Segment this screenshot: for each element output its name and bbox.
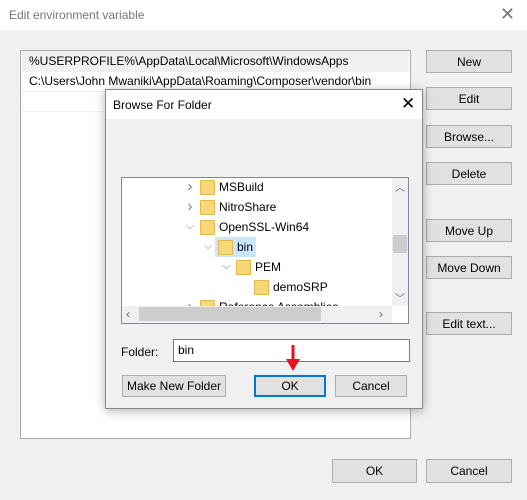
- folder-icon: [254, 280, 269, 295]
- tree-item-label: demoSRP: [273, 280, 328, 294]
- dialog-cancel-button[interactable]: Cancel: [335, 375, 407, 397]
- folder-icon: [236, 260, 251, 275]
- scroll-up-icon[interactable]: ︿: [395, 179, 405, 194]
- chevron-right-icon[interactable]: ›: [182, 178, 198, 197]
- tree-item-label: MSBuild: [219, 180, 264, 194]
- scroll-left-icon[interactable]: ‹: [126, 307, 130, 321]
- tree-item-label: NitroShare: [219, 200, 277, 214]
- scroll-right-icon[interactable]: ›: [379, 307, 383, 321]
- move-up-button[interactable]: Move Up: [426, 219, 512, 242]
- horizontal-scrollbar[interactable]: ‹ ›: [122, 306, 392, 323]
- dialog-title: Browse For Folder: [113, 98, 212, 112]
- tree-item[interactable]: › Reference Assemblies: [122, 297, 392, 306]
- title-bar: Edit environment variable ✕: [0, 0, 527, 30]
- chevron-right-icon[interactable]: ›: [182, 297, 198, 306]
- red-arrow-annotation: [286, 345, 300, 371]
- chevron-down-icon[interactable]: ⌵: [182, 217, 198, 237]
- scroll-thumb[interactable]: [393, 235, 407, 253]
- folder-label: Folder:: [121, 345, 159, 359]
- tree-item[interactable]: › MSBuild: [122, 178, 392, 197]
- h-scroll-thumb[interactable]: [139, 307, 321, 321]
- make-new-folder-button[interactable]: Make New Folder: [122, 375, 226, 397]
- folder-icon: [200, 220, 215, 235]
- tree-item-label: Reference Assemblies: [219, 297, 338, 306]
- folder-tree[interactable]: › MSBuild › NitroShare ⌵ OpenSSL-Win64 ⌵ bin ⌵ PE…: [121, 177, 409, 324]
- vertical-scrollbar[interactable]: ︿ ﹀: [392, 178, 408, 306]
- close-icon[interactable]: ✕: [500, 4, 515, 25]
- tree-item[interactable]: ⌵ bin: [122, 237, 392, 257]
- tree-item-label: OpenSSL-Win64: [219, 220, 310, 234]
- tree-item[interactable]: › NitroShare: [122, 197, 392, 217]
- tree-item-label: bin: [237, 240, 254, 254]
- dialog-ok-button[interactable]: OK: [254, 375, 326, 397]
- list-item[interactable]: %USERPROFILE%\AppData\Local\Microsoft\Wi…: [22, 51, 409, 72]
- folder-icon: [200, 180, 215, 195]
- delete-button[interactable]: Delete: [426, 162, 512, 185]
- browse-button[interactable]: Browse...: [426, 125, 512, 148]
- browse-for-folder-dialog: Browse For Folder ✕ › MSBuild › NitroShare ⌵…: [105, 89, 423, 409]
- folder-icon: [200, 200, 215, 215]
- chevron-right-icon[interactable]: ›: [182, 197, 198, 217]
- tree-item[interactable]: ⌵ OpenSSL-Win64: [122, 217, 392, 237]
- folder-icon: [218, 240, 233, 255]
- close-icon[interactable]: ✕: [401, 94, 415, 114]
- dialog-title-bar: Browse For Folder ✕: [106, 90, 422, 119]
- cancel-button[interactable]: Cancel: [426, 459, 512, 483]
- move-down-button[interactable]: Move Down: [426, 256, 512, 279]
- ok-button[interactable]: OK: [332, 459, 417, 483]
- tree-item-label: PEM: [255, 260, 282, 274]
- scroll-down-icon[interactable]: ﹀: [395, 290, 405, 305]
- new-button[interactable]: New: [426, 50, 512, 73]
- chevron-down-icon[interactable]: ⌵: [200, 237, 216, 257]
- edit-text-button[interactable]: Edit text...: [426, 312, 512, 335]
- tree-item[interactable]: ⌵ PEM: [122, 257, 392, 277]
- tree-item[interactable]: demoSRP: [122, 277, 392, 297]
- edit-button[interactable]: Edit: [426, 87, 512, 110]
- window-title: Edit environment variable: [9, 8, 145, 22]
- chevron-down-icon[interactable]: ⌵: [218, 257, 234, 277]
